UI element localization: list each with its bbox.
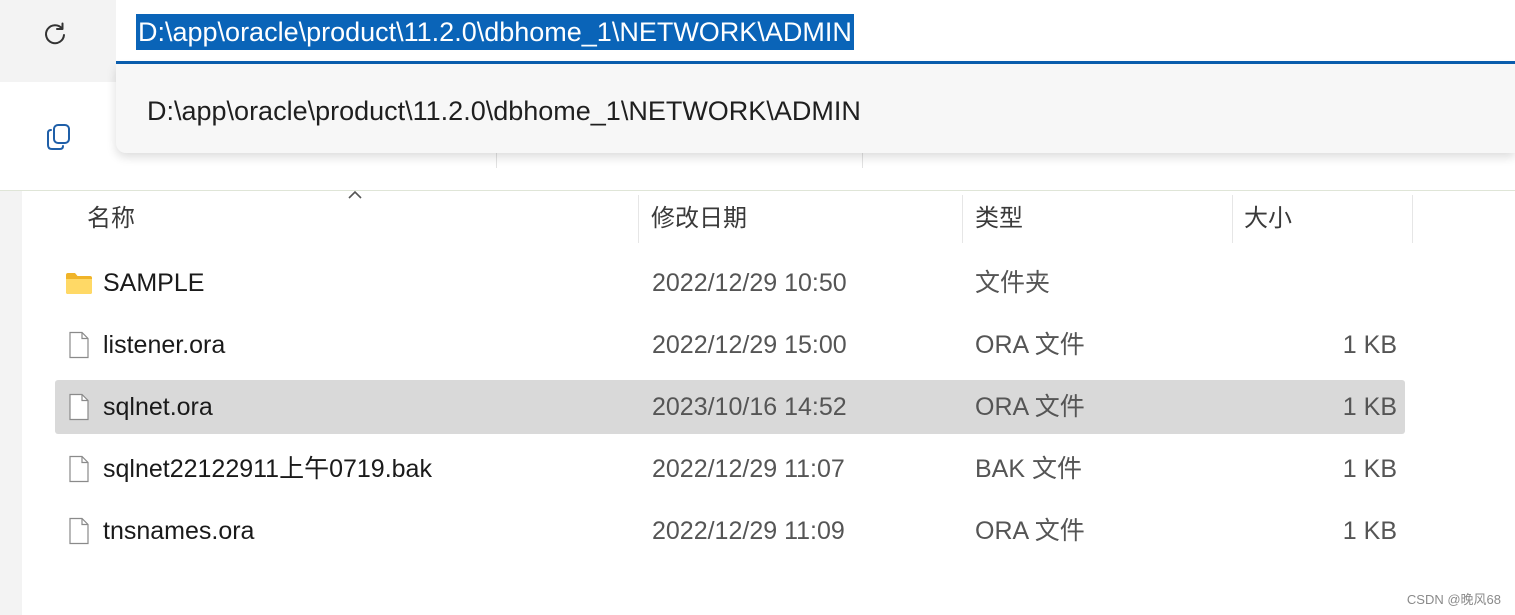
file-type: BAK 文件 bbox=[975, 455, 1082, 483]
file-type: ORA 文件 bbox=[975, 331, 1085, 359]
file-icon bbox=[69, 517, 89, 545]
file-icon bbox=[69, 331, 89, 359]
column-divider[interactable] bbox=[1232, 195, 1233, 243]
file-name: listener.ora bbox=[103, 331, 226, 359]
file-row[interactable]: tnsnames.ora 2022/12/29 11:09 ORA 文件 1 K… bbox=[55, 504, 1405, 558]
file-type: 文件夹 bbox=[975, 269, 1051, 297]
file-name: tnsnames.ora bbox=[103, 517, 255, 545]
refresh-icon bbox=[45, 22, 65, 45]
column-divider[interactable] bbox=[1412, 195, 1413, 243]
column-divider[interactable] bbox=[638, 195, 639, 243]
file-date: 2022/12/29 15:00 bbox=[652, 331, 847, 359]
file-name: sqlnet.ora bbox=[103, 393, 213, 421]
file-size: 1 KB bbox=[1342, 331, 1397, 359]
address-suggestion-item[interactable]: D:\app\oracle\product\11.2.0\dbhome_1\NE… bbox=[147, 94, 861, 128]
address-input[interactable]: D:\app\oracle\product\11.2.0\dbhome_1\NE… bbox=[136, 14, 854, 50]
file-row[interactable]: sqlnet22122911上午0719.bak 2022/12/29 11:0… bbox=[55, 442, 1405, 496]
address-suggestion-dropdown: D:\app\oracle\product\11.2.0\dbhome_1\NE… bbox=[116, 64, 1515, 153]
file-size: 1 KB bbox=[1342, 393, 1397, 421]
file-date: 2022/12/29 10:50 bbox=[652, 269, 847, 297]
file-size: 1 KB bbox=[1342, 517, 1397, 545]
file-row[interactable]: SAMPLE 2022/12/29 10:50 文件夹 bbox=[55, 256, 1405, 310]
column-header-type[interactable]: 类型 bbox=[975, 196, 1023, 242]
copy-icon bbox=[47, 124, 70, 150]
navigation-pane-edge bbox=[0, 191, 22, 615]
refresh-button[interactable] bbox=[30, 14, 80, 54]
file-date: 2023/10/16 14:52 bbox=[652, 393, 847, 421]
column-divider[interactable] bbox=[962, 195, 963, 243]
address-bar[interactable]: D:\app\oracle\product\11.2.0\dbhome_1\NE… bbox=[116, 0, 1515, 64]
file-name: SAMPLE bbox=[103, 269, 205, 297]
folder-icon bbox=[66, 273, 92, 294]
file-icon bbox=[69, 393, 89, 421]
file-size: 1 KB bbox=[1342, 455, 1397, 483]
file-name: sqlnet22122911上午0719.bak bbox=[103, 455, 432, 483]
file-type: ORA 文件 bbox=[975, 517, 1085, 545]
file-date: 2022/12/29 11:07 bbox=[652, 455, 845, 483]
file-row[interactable]: listener.ora 2022/12/29 15:00 ORA 文件 1 K… bbox=[55, 318, 1405, 372]
file-type: ORA 文件 bbox=[975, 393, 1085, 421]
watermark: CSDN @晚风68 bbox=[1406, 592, 1501, 607]
column-header-name[interactable]: 名称 bbox=[87, 196, 135, 242]
column-header-date[interactable]: 修改日期 bbox=[651, 196, 747, 242]
copy-button[interactable] bbox=[36, 114, 82, 160]
file-date: 2022/12/29 11:09 bbox=[652, 517, 845, 545]
sort-ascending-icon[interactable] bbox=[346, 188, 364, 202]
column-header-size[interactable]: 大小 bbox=[1244, 196, 1292, 242]
file-row-selected[interactable]: sqlnet.ora 2023/10/16 14:52 ORA 文件 1 KB bbox=[55, 380, 1405, 434]
file-icon bbox=[69, 455, 89, 483]
